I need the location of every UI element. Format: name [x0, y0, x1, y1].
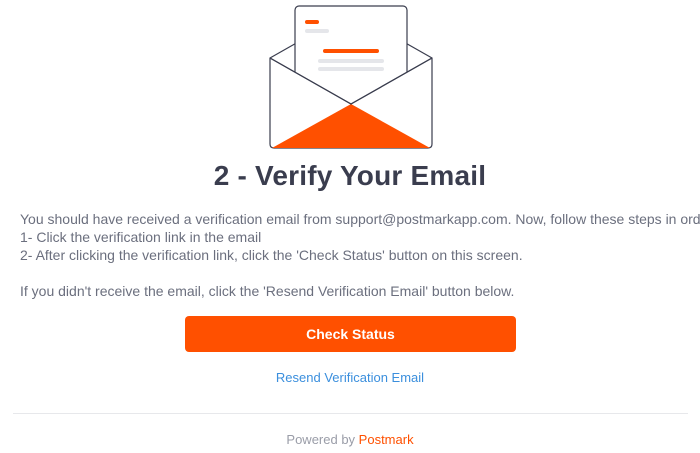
footer: Powered by Postmark: [0, 432, 700, 447]
verify-email-page: 2 - Verify Your Email You should have re…: [0, 0, 700, 453]
open-envelope-icon: [269, 5, 433, 149]
instructions: You should have received a verification …: [20, 210, 700, 300]
divider: [13, 413, 688, 414]
resend-note: If you didn't receive the email, click t…: [20, 283, 515, 299]
powered-by-text: Powered by: [286, 432, 359, 447]
postmark-link[interactable]: Postmark: [359, 432, 414, 447]
check-status-button[interactable]: Check Status: [185, 316, 516, 352]
resend-verification-link[interactable]: Resend Verification Email: [0, 370, 700, 385]
page-title: 2 - Verify Your Email: [213, 160, 487, 191]
instruction-intro: You should have received a verification …: [20, 211, 700, 227]
instruction-step-2: 2- After clicking the verification link,…: [20, 247, 523, 263]
instruction-step-1: 1- Click the verification link in the em…: [20, 229, 262, 245]
